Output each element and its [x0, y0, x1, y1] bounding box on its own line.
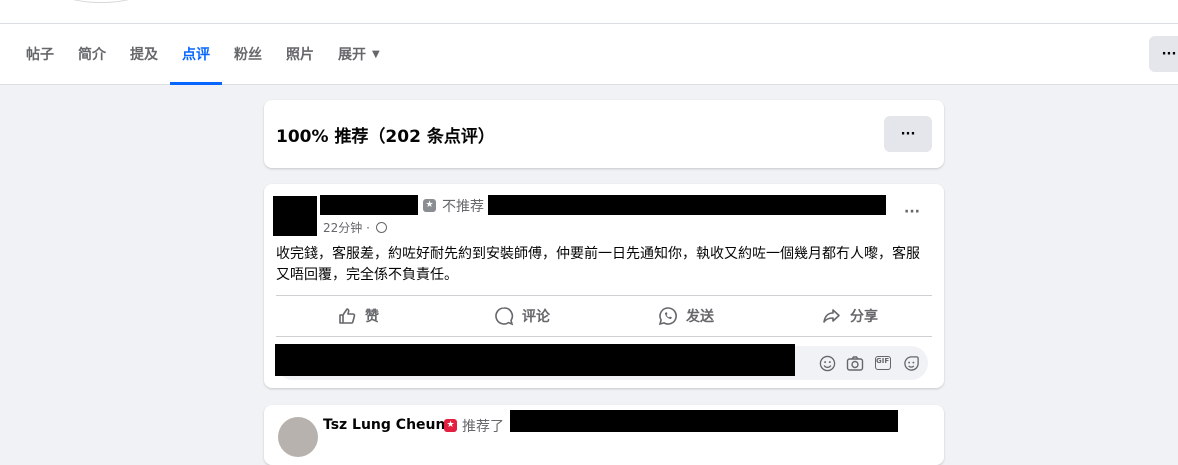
tab-photos[interactable]: 照片	[274, 24, 326, 84]
tab-reviews[interactable]: 点评	[170, 24, 222, 85]
share-label: 分享	[850, 309, 878, 325]
like-button[interactable]: 赞	[276, 296, 440, 336]
recommend-icon: ★	[444, 419, 457, 432]
reviews-summary-title: 100% 推荐（202 条点评）	[276, 127, 495, 147]
redacted-page-name	[488, 195, 886, 215]
send-button[interactable]: 发送	[604, 296, 768, 336]
profile-header: 帖子 简介 提及 点评 粉丝 照片 展开 ▼ ···	[0, 0, 1178, 85]
review-time[interactable]: 22分钟 ·	[323, 219, 387, 236]
tab-mentions[interactable]: 提及	[118, 24, 170, 84]
tab-label: 照片	[286, 47, 314, 63]
summary-more-button[interactable]: ···	[884, 116, 932, 152]
tab-followers[interactable]: 粉丝	[222, 24, 274, 84]
divider	[276, 336, 932, 337]
globe-icon	[375, 222, 387, 233]
tab-label: 帖子	[26, 47, 54, 63]
tab-about[interactable]: 简介	[66, 24, 118, 84]
profile-tabs: 帖子 简介 提及 点评 粉丝 照片 展开 ▼	[14, 24, 392, 85]
recommend-label: 推荐了	[462, 419, 504, 435]
gif-icon[interactable]: GIF	[874, 354, 892, 372]
recommend-label: 不推荐	[442, 199, 484, 215]
not-recommend-icon: ★	[423, 199, 436, 212]
send-label: 发送	[686, 309, 714, 325]
review-card: ★ 不推荐 22分钟 · ··· 收完錢，客服差，約咗好耐先約到安裝師傅，仲要前…	[264, 184, 944, 388]
profile-avatar[interactable]	[55, 0, 147, 3]
tab-label: 粉丝	[234, 47, 262, 63]
redacted-avatar	[273, 196, 317, 236]
review-card: Tsz Lung Cheung ★ 推荐了	[264, 405, 944, 465]
review-actions: 赞 评论 发送 分享	[276, 296, 932, 336]
redacted-comment-area	[275, 344, 795, 376]
share-button[interactable]: 分享	[768, 296, 932, 336]
sticker-icon[interactable]	[902, 354, 920, 372]
review-more-button[interactable]: ···	[904, 204, 920, 220]
comment-label: 评论	[522, 309, 550, 325]
tab-posts[interactable]: 帖子	[14, 24, 66, 84]
smile-icon[interactable]	[818, 354, 836, 372]
tab-label: 点评	[182, 47, 210, 63]
camera-icon[interactable]	[846, 354, 864, 372]
time-text: 22分钟 ·	[323, 221, 370, 235]
caret-down-icon: ▼	[372, 48, 380, 60]
share-icon	[823, 309, 840, 323]
tab-label: 展开	[338, 47, 366, 63]
header-more-button[interactable]: ···	[1149, 36, 1178, 72]
tab-more[interactable]: 展开 ▼	[326, 24, 392, 84]
tab-label: 简介	[78, 47, 106, 63]
whatsapp-icon	[658, 307, 677, 326]
redacted-page-name	[510, 410, 898, 432]
like-label: 赞	[365, 309, 379, 325]
avatar[interactable]	[278, 417, 318, 457]
thumbs-up-icon	[339, 308, 356, 324]
reviewer-name[interactable]: Tsz Lung Cheung	[323, 417, 456, 433]
gif-badge: GIF	[875, 356, 891, 370]
comment-button[interactable]: 评论	[440, 296, 604, 336]
reviews-summary-card: 100% 推荐（202 条点评） ···	[264, 100, 944, 168]
review-text: 收完錢，客服差，約咗好耐先約到安裝師傅，仲要前一日先通知你，執收又約咗一個幾月都…	[276, 246, 920, 283]
tab-label: 提及	[130, 47, 158, 63]
redacted-name	[320, 195, 418, 215]
comment-icon	[495, 307, 514, 326]
comment-tools: GIF	[808, 354, 920, 372]
